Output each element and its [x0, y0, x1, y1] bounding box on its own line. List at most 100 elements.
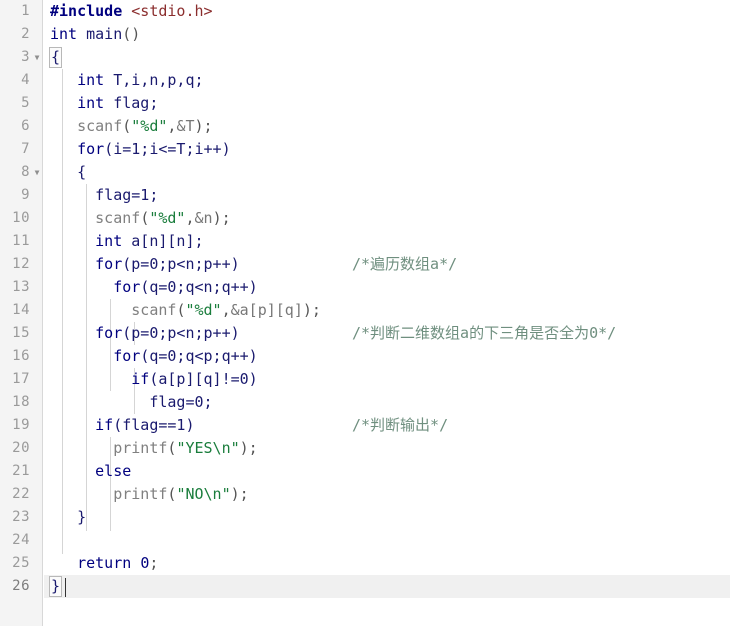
line-number: 13: [12, 279, 30, 295]
token-declarators: flag;: [113, 94, 159, 112]
token-brace-close: }: [77, 508, 87, 526]
line-number: 26: [12, 578, 30, 594]
code-line[interactable]: scanf("%d",&T);: [44, 115, 730, 138]
fold-toggle-icon[interactable]: ▼: [32, 46, 42, 69]
line-number: 10: [12, 210, 30, 226]
token-keyword: for: [113, 278, 141, 296]
token-brace-open: {: [77, 163, 87, 181]
token-string: "%d": [131, 117, 168, 135]
code-line[interactable]: scanf("%d",&a[p][q]);: [44, 299, 730, 322]
token-keyword: if: [131, 370, 150, 388]
code-line[interactable]: flag=0;: [44, 391, 730, 414]
token-function: scanf: [95, 209, 141, 227]
token-for-clause: (q=0;q<n;q++): [140, 278, 258, 296]
token-keyword: for: [95, 324, 123, 342]
token-for-clause: (q=0;q<p;q++): [140, 347, 258, 365]
token-address-of: &n: [194, 209, 213, 227]
token-statement: flag=0;: [149, 393, 213, 411]
token-keyword: int: [50, 25, 78, 43]
token-preprocessor: #include: [50, 2, 123, 20]
token-declarators: a[n][n];: [131, 232, 204, 250]
token-keyword: int: [95, 232, 123, 250]
token-function: scanf: [77, 117, 123, 135]
inline-comment: /*遍历数组a*/: [352, 255, 458, 273]
line-number: 17: [12, 371, 30, 387]
code-line[interactable]: for(q=0;q<p;q++): [44, 345, 730, 368]
token-number: 0: [140, 554, 150, 572]
code-line[interactable]: [44, 529, 730, 552]
code-line[interactable]: printf("YES\n");: [44, 437, 730, 460]
code-line[interactable]: scanf("%d",&n);: [44, 207, 730, 230]
line-number: 22: [12, 486, 30, 502]
code-line[interactable]: #include <stdio.h>: [44, 0, 730, 23]
token-keyword: for: [113, 347, 141, 365]
code-line[interactable]: else: [44, 460, 730, 483]
matching-brace-close: }: [49, 576, 63, 597]
line-number: 4: [21, 72, 30, 88]
text-caret: [65, 578, 66, 597]
token-condition: (flag==1): [113, 416, 195, 434]
line-number-gutter: 1 2 3 ▼ 4 5 6 7 8 ▼ 9 10 11 12 13 14 15 16 17 18 19 20 21 22 23 2…: [0, 0, 43, 626]
line-number: 3: [21, 49, 30, 65]
line-number: 24: [12, 532, 30, 548]
token-address-of: &T: [176, 117, 195, 135]
code-line[interactable]: int a[n][n];: [44, 230, 730, 253]
code-editor[interactable]: 1 2 3 ▼ 4 5 6 7 8 ▼ 9 10 11 12 13 14 15 16 17 18 19 20 21 22 23 2…: [0, 0, 730, 626]
token-function: scanf: [131, 301, 177, 319]
code-line[interactable]: {: [44, 46, 730, 69]
code-line[interactable]: }: [44, 506, 730, 529]
line-number: 12: [12, 256, 30, 272]
code-line[interactable]: if(a[p][q]!=0): [44, 368, 730, 391]
line-number: 15: [12, 325, 30, 341]
code-line[interactable]: int flag;: [44, 92, 730, 115]
code-line[interactable]: {: [44, 161, 730, 184]
line-number: 18: [12, 394, 30, 410]
code-line-active[interactable]: }: [44, 575, 730, 598]
code-line[interactable]: for(i=1;i<=T;i++): [44, 138, 730, 161]
line-number: 20: [12, 440, 30, 456]
line-number: 14: [12, 302, 30, 318]
token-string: "%d": [149, 209, 186, 227]
token-statement: flag=1;: [95, 186, 159, 204]
line-number: 1: [21, 3, 30, 19]
line-number: 11: [12, 233, 30, 249]
token-keyword: int: [77, 94, 105, 112]
token-keyword: int: [77, 71, 105, 89]
token-string: "%d": [185, 301, 222, 319]
token-string: "NO\n": [176, 485, 231, 503]
line-number: 8: [21, 164, 30, 180]
inline-comment: /*判断二维数组a的下三角是否全为0*/: [352, 324, 617, 342]
token-header: <stdio.h>: [131, 2, 213, 20]
line-number: 5: [21, 95, 30, 111]
line-number: 25: [12, 555, 30, 571]
token-string: "YES\n": [176, 439, 240, 457]
token-keyword: else: [95, 462, 132, 480]
token-for-clause: (p=0;p<n;p++): [122, 324, 240, 342]
token-keyword: return: [77, 554, 132, 572]
code-line[interactable]: printf("NO\n");: [44, 483, 730, 506]
line-number: 21: [12, 463, 30, 479]
inline-comment: /*判断输出*/: [352, 416, 449, 434]
fold-toggle-icon[interactable]: ▼: [32, 161, 42, 184]
line-number: 2: [21, 26, 30, 42]
token-for-clause: (p=0;p<n;p++): [122, 255, 240, 273]
token-function: printf: [113, 439, 168, 457]
token-condition: (a[p][q]!=0): [149, 370, 258, 388]
line-number: 16: [12, 348, 30, 364]
code-line[interactable]: int main(): [44, 23, 730, 46]
code-line[interactable]: for(q=0;q<n;q++): [44, 276, 730, 299]
token-identifier: main: [86, 25, 123, 43]
code-line[interactable]: return 0;: [44, 552, 730, 575]
line-number: 7: [21, 141, 30, 157]
code-line[interactable]: flag=1;: [44, 184, 730, 207]
matching-brace-open: {: [49, 47, 63, 68]
token-keyword: if: [95, 416, 114, 434]
code-content-area[interactable]: #include <stdio.h> int main() { int T,i,…: [44, 0, 730, 626]
token-keyword: for: [95, 255, 123, 273]
token-address-of: &a[p][q]: [230, 301, 303, 319]
line-number: 23: [12, 509, 30, 525]
token-function: printf: [113, 485, 168, 503]
token-declarators: T,i,n,p,q;: [113, 71, 204, 89]
code-line[interactable]: int T,i,n,p,q;: [44, 69, 730, 92]
line-number: 9: [21, 187, 30, 203]
